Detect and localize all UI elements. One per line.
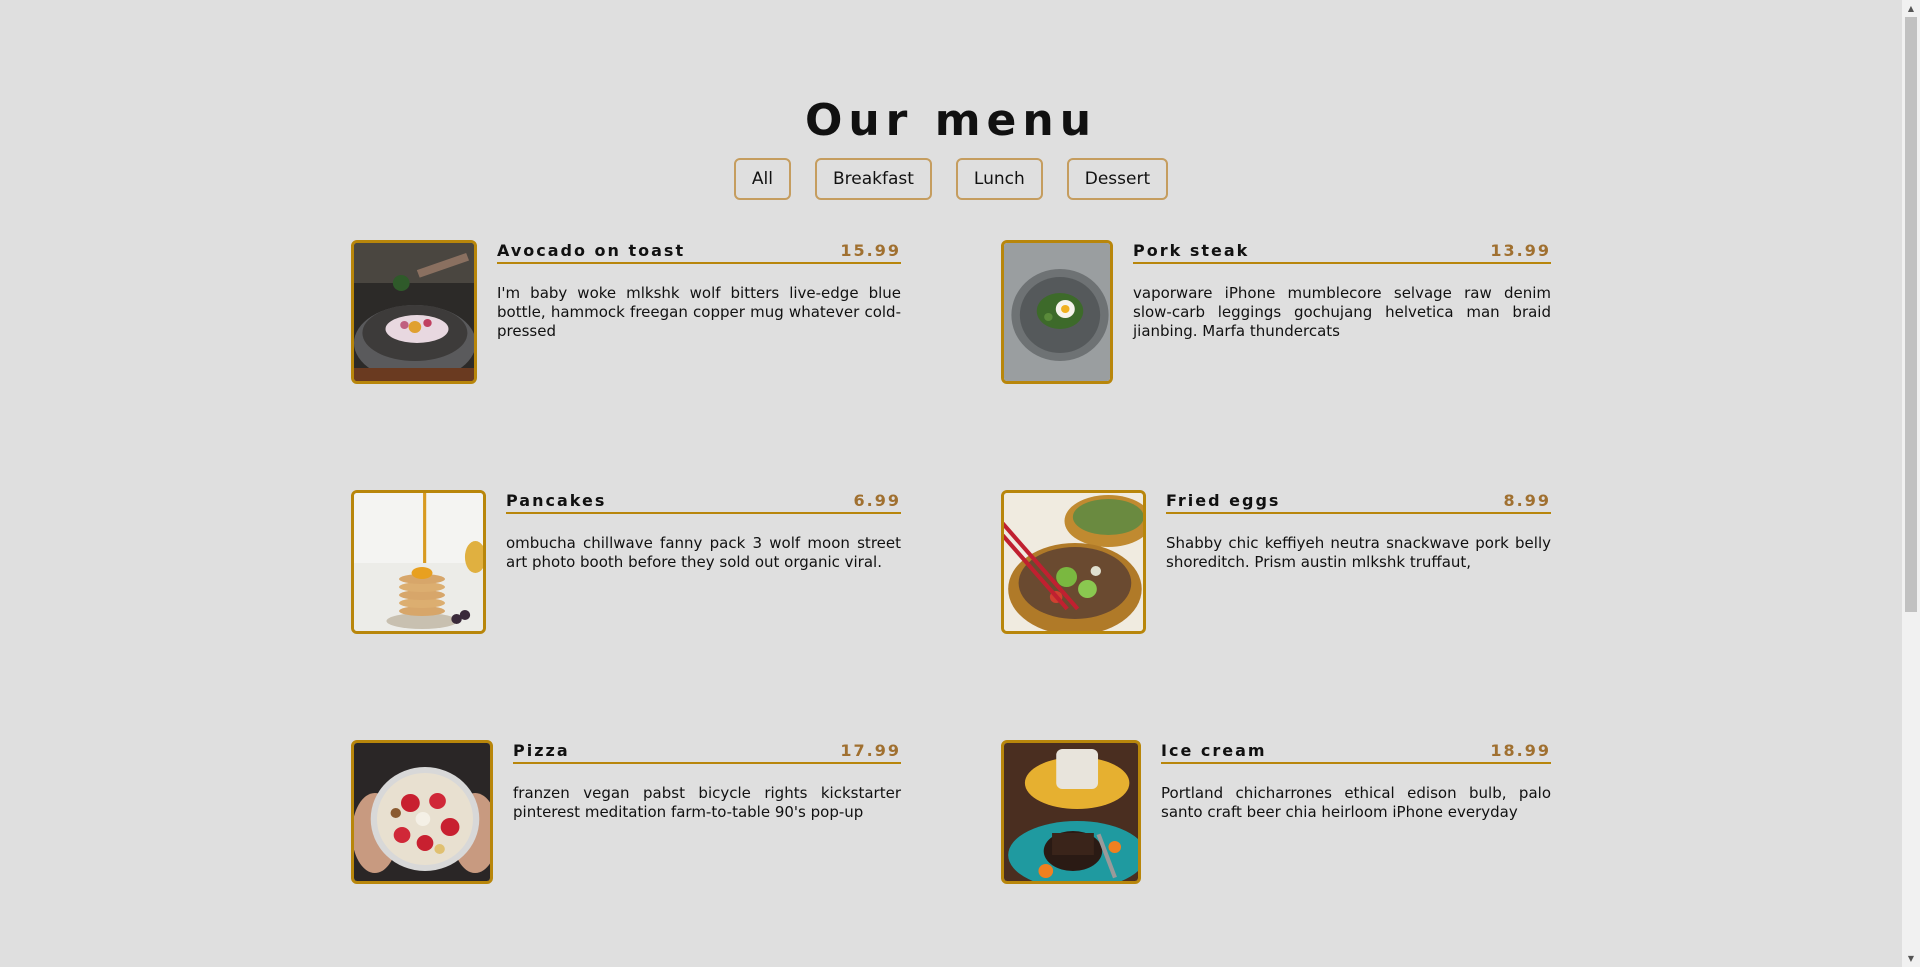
fried-eggs-photo (1001, 490, 1146, 634)
scroll-up-arrow-icon[interactable]: ▲ (1902, 0, 1920, 17)
menu-item-description: Shabby chic keffiyeh neutra snackwave po… (1166, 534, 1551, 571)
menu-item-header: Pancakes 6.99 (506, 490, 901, 514)
menu-item-header: Pizza 17.99 (513, 740, 901, 764)
menu-item-name: Pancakes (506, 491, 607, 510)
menu-item-info: Pancakes 6.99 ombucha chillwave fanny pa… (506, 490, 901, 634)
menu-item: Pork steak 13.99 vaporware iPhone mumble… (1001, 240, 1551, 384)
menu-item-price: 6.99 (853, 491, 901, 510)
scrollbar-thumb[interactable] (1905, 17, 1917, 612)
menu-item-name: Pizza (513, 741, 570, 760)
avocado-toast-photo (351, 240, 477, 384)
scroll-down-arrow-icon[interactable]: ▼ (1902, 950, 1920, 967)
menu-item-info: Ice cream 18.99 Portland chicharrones et… (1161, 740, 1551, 884)
menu-item-header: Ice cream 18.99 (1161, 740, 1551, 764)
pork-steak-photo (1001, 240, 1113, 384)
vertical-scrollbar[interactable]: ▲ ▼ (1902, 0, 1920, 967)
menu-item-price: 18.99 (1490, 741, 1551, 760)
menu-item-info: Pork steak 13.99 vaporware iPhone mumble… (1133, 240, 1551, 384)
filter-bar: All Breakfast Lunch Dessert (0, 158, 1902, 200)
menu-item: Fried eggs 8.99 Shabby chic keffiyeh neu… (1001, 490, 1551, 634)
menu-item: Pizza 17.99 franzen vegan pabst bicycle … (351, 740, 901, 884)
menu-item-name: Ice cream (1161, 741, 1267, 760)
menu-item-info: Fried eggs 8.99 Shabby chic keffiyeh neu… (1166, 490, 1551, 634)
pizza-photo (351, 740, 493, 884)
pancakes-photo (351, 490, 486, 634)
menu-item-description: ombucha chillwave fanny pack 3 wolf moon… (506, 534, 901, 571)
menu-item-price: 17.99 (840, 741, 901, 760)
menu-item-price: 8.99 (1503, 491, 1551, 510)
menu-item-header: Pork steak 13.99 (1133, 240, 1551, 264)
menu-item-name: Pork steak (1133, 241, 1250, 260)
menu-item-price: 13.99 (1490, 241, 1551, 260)
page-title: Our menu (804, 95, 1098, 146)
filter-all-button[interactable]: All (733, 158, 791, 200)
menu-item: Avocado on toast 15.99 I'm baby woke mlk… (351, 240, 901, 384)
menu-item-description: Portland chicharrones ethical edison bul… (1161, 784, 1551, 821)
menu-item-description: I'm baby woke mlkshk wolf bitters live-e… (497, 284, 901, 340)
filter-lunch-button[interactable]: Lunch (955, 158, 1043, 200)
menu-item-info: Avocado on toast 15.99 I'm baby woke mlk… (497, 240, 901, 384)
filter-dessert-button[interactable]: Dessert (1066, 158, 1169, 200)
menu-item-name: Fried eggs (1166, 491, 1281, 510)
menu-item-description: vaporware iPhone mumblecore selvage raw … (1133, 284, 1551, 340)
menu-item-header: Fried eggs 8.99 (1166, 490, 1551, 514)
menu-item-header: Avocado on toast 15.99 (497, 240, 901, 264)
menu-page: Our menu All Breakfast Lunch Dessert Avo… (0, 0, 1902, 967)
menu-item: Ice cream 18.99 Portland chicharrones et… (1001, 740, 1551, 884)
menu-item-info: Pizza 17.99 franzen vegan pabst bicycle … (513, 740, 901, 884)
filter-breakfast-button[interactable]: Breakfast (814, 158, 932, 200)
menu-item-name: Avocado on toast (497, 241, 686, 260)
menu-item: Pancakes 6.99 ombucha chillwave fanny pa… (351, 490, 901, 634)
ice-cream-photo (1001, 740, 1141, 884)
menu-item-description: franzen vegan pabst bicycle rights kicks… (513, 784, 901, 821)
menu-item-price: 15.99 (840, 241, 901, 260)
